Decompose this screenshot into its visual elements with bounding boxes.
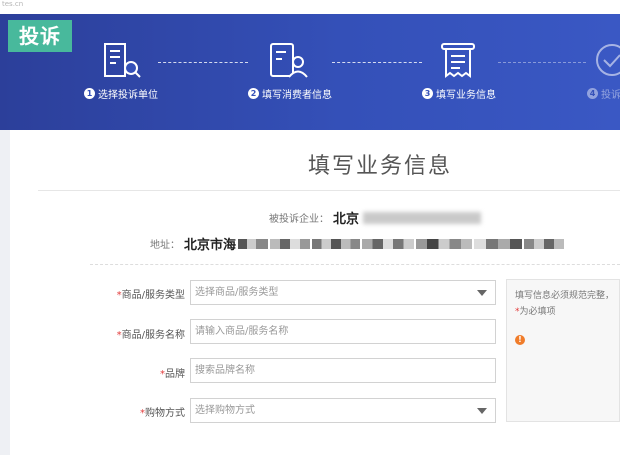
address-row: 地址： 北京市海 bbox=[150, 234, 565, 253]
redacted-text bbox=[416, 238, 473, 249]
address-value: 北京市海 bbox=[184, 238, 237, 253]
redacted-text bbox=[474, 238, 523, 249]
tip-panel: 填写信息必须规范完整， *为必填项 ! bbox=[506, 279, 620, 422]
check-circle-icon bbox=[594, 42, 620, 82]
chevron-down-icon bbox=[477, 408, 487, 414]
product-type-label: *商品/服务类型 bbox=[116, 290, 185, 301]
redacted-text bbox=[362, 238, 415, 249]
dashed-divider bbox=[90, 264, 620, 265]
select-value: 选择购物方式 bbox=[195, 405, 255, 416]
brand-label: *品牌 bbox=[160, 369, 185, 380]
user-form-icon bbox=[268, 42, 312, 82]
divider bbox=[38, 190, 620, 191]
step-1: 1 选择投诉单位 bbox=[84, 86, 158, 101]
input-placeholder: 请输入商品/服务名称 bbox=[195, 326, 289, 337]
complaint-target-row: 被投诉企业： 北京 bbox=[269, 208, 482, 227]
step-connector bbox=[498, 62, 586, 63]
redacted-text bbox=[524, 238, 565, 249]
complaint-target-value: 北京 bbox=[333, 212, 360, 227]
input-placeholder: 搜索品牌名称 bbox=[195, 365, 255, 376]
step-label: 选择投诉单位 bbox=[98, 90, 158, 101]
chevron-down-icon bbox=[477, 290, 487, 296]
redacted-text bbox=[312, 238, 361, 249]
receipt-icon bbox=[440, 42, 480, 82]
page-title: 填写业务信息 bbox=[307, 154, 452, 179]
step-connector bbox=[158, 62, 248, 63]
step-number: 1 bbox=[84, 88, 95, 99]
product-type-select[interactable]: 选择商品/服务类型 bbox=[190, 280, 496, 305]
redacted-text bbox=[238, 238, 269, 249]
step-number: 2 bbox=[248, 88, 259, 99]
step-number: 3 bbox=[422, 88, 433, 99]
building-search-icon bbox=[101, 42, 145, 82]
warning-icon: ! bbox=[515, 335, 525, 345]
tip-required-note: *为必填项 bbox=[515, 307, 556, 317]
tip-text: 填写信息必须规范完整， bbox=[515, 291, 615, 301]
page: tes.cn 投诉 1 选择投诉单位 2 填写消费者信息 3 填写业务信息 4 … bbox=[0, 0, 620, 455]
step-3: 3 填写业务信息 bbox=[422, 86, 496, 101]
redacted-text bbox=[363, 211, 482, 224]
step-4: 4 投诉 bbox=[587, 86, 620, 101]
product-name-input[interactable]: 请输入商品/服务名称 bbox=[190, 319, 496, 344]
complaint-tag: 投诉 bbox=[8, 20, 72, 52]
brand-search-input[interactable]: 搜索品牌名称 bbox=[190, 358, 496, 383]
product-name-label: *商品/服务名称 bbox=[116, 330, 185, 341]
redacted-text bbox=[270, 238, 311, 249]
step-2: 2 填写消费者信息 bbox=[248, 86, 332, 101]
watermark: tes.cn bbox=[2, 0, 24, 8]
step-label: 填写消费者信息 bbox=[262, 90, 332, 101]
step-label: 填写业务信息 bbox=[436, 90, 496, 101]
purchase-method-label: *购物方式 bbox=[140, 408, 185, 419]
complaint-target-label: 被投诉企业： bbox=[269, 214, 329, 225]
purchase-method-select[interactable]: 选择购物方式 bbox=[190, 398, 496, 423]
address-label: 地址： bbox=[150, 240, 180, 251]
step-connector bbox=[332, 62, 422, 63]
select-value: 选择商品/服务类型 bbox=[195, 287, 279, 298]
progress-banner: 投诉 1 选择投诉单位 2 填写消费者信息 3 填写业务信息 4 投诉 bbox=[0, 14, 620, 130]
step-label: 投诉 bbox=[601, 90, 620, 101]
top-strip: tes.cn bbox=[0, 0, 620, 14]
step-number: 4 bbox=[587, 88, 598, 99]
